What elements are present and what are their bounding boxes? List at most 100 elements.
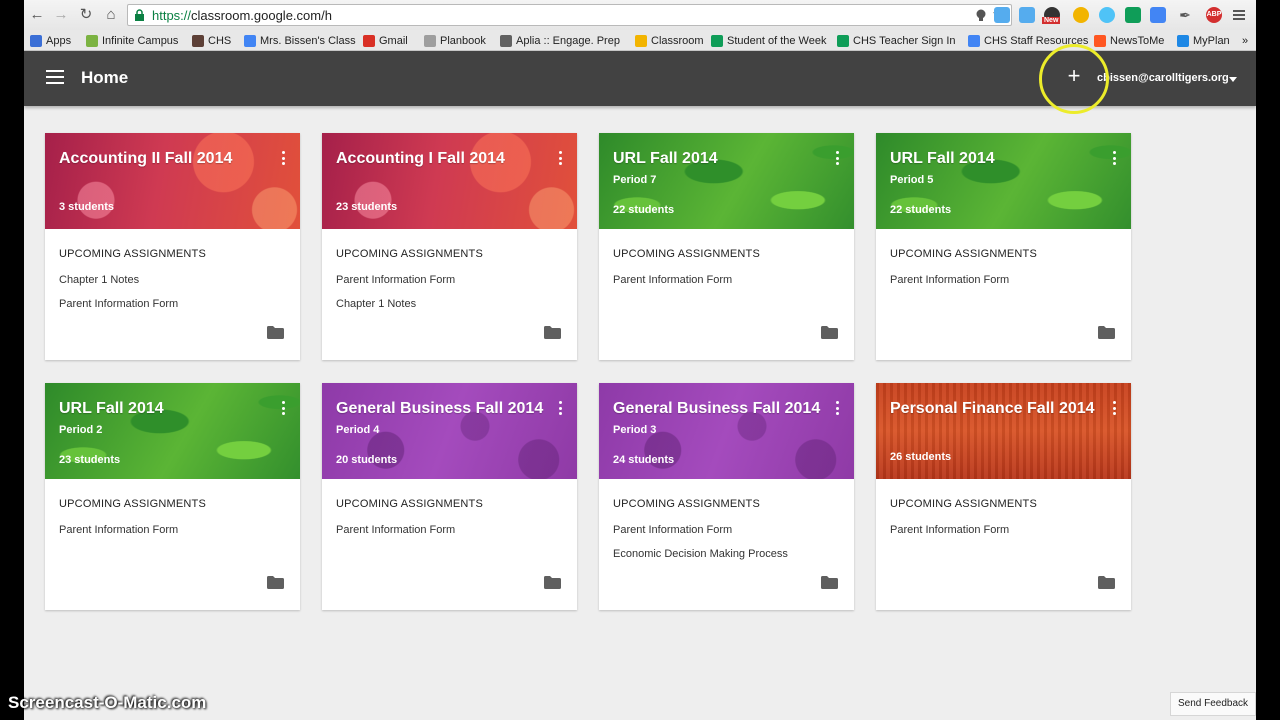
bookmark-item[interactable]: CHS [192,33,237,49]
student-count[interactable]: 3 students [59,201,114,213]
more-options-icon[interactable] [1113,401,1117,415]
more-options-icon[interactable] [1113,151,1117,165]
class-title[interactable]: URL Fall 2014 [59,400,164,418]
more-options-icon[interactable] [559,401,563,415]
assignment-link[interactable]: Parent Information Form [336,524,455,536]
folder-icon[interactable] [267,326,284,339]
upcoming-assignments-heading: UPCOMING ASSIGNMENTS [890,498,1038,510]
class-title[interactable]: General Business Fall 2014 [336,400,543,418]
class-title[interactable]: General Business Fall 2014 [613,400,820,418]
assignment-link[interactable]: Economic Decision Making Process [613,548,788,560]
assignment-link[interactable]: Parent Information Form [890,274,1009,286]
account-email[interactable]: cbissen@carolltigers.org [1097,72,1229,84]
class-section: Period 7 [613,174,657,186]
bookmark-item[interactable]: Mrs. Bissen's Class [244,33,356,49]
class-card[interactable]: URL Fall 2014 Period 2 23 students UPCOMING… [45,383,300,610]
class-card[interactable]: Accounting I Fall 2014 23 students UPCOMIN… [322,133,577,360]
cursor-highlight [1039,44,1109,114]
main-menu-button[interactable] [46,70,64,84]
bookmark-item[interactable]: CHS Teacher Sign In [837,33,962,49]
lightbulb-icon[interactable] [974,8,988,22]
class-card[interactable]: Personal Finance Fall 2014 26 students UPC… [876,383,1131,610]
class-banner[interactable]: General Business Fall 2014 Period 4 20 stu… [322,383,577,479]
bookmark-favicon-icon [500,35,512,47]
watermark: Screencast-O-Matic.com [8,693,207,712]
assignment-link[interactable]: Chapter 1 Notes [59,274,139,286]
assignment-link[interactable]: Parent Information Form [890,524,1009,536]
student-count[interactable]: 24 students [613,454,674,466]
class-banner[interactable]: General Business Fall 2014 Period 3 24 stu… [599,383,854,479]
bookmark-item[interactable]: Classroom [635,33,705,49]
class-banner[interactable]: Accounting I Fall 2014 23 students [322,133,577,229]
class-banner[interactable]: Accounting II Fall 2014 3 students [45,133,300,229]
drive-extension-icon[interactable] [1125,7,1141,23]
more-options-icon[interactable] [836,151,840,165]
back-icon[interactable]: ← [28,6,46,24]
student-count[interactable]: 23 students [59,454,120,466]
folder-icon[interactable] [821,576,838,589]
class-card[interactable]: Accounting II Fall 2014 3 students UPCOMIN… [45,133,300,360]
class-card[interactable]: URL Fall 2014 Period 5 22 students UPCOMING… [876,133,1131,360]
send-feedback-button[interactable]: Send Feedback [1170,692,1256,716]
student-count[interactable]: 26 students [890,451,951,463]
class-card[interactable]: General Business Fall 2014 Period 4 20 stu… [322,383,577,610]
folder-icon[interactable] [821,326,838,339]
new-extension-icon[interactable]: New [1042,7,1061,24]
class-card[interactable]: General Business Fall 2014 Period 3 24 stu… [599,383,854,610]
pen-extension-icon[interactable]: ✒ [1177,7,1193,23]
folder-icon[interactable] [544,326,561,339]
student-count[interactable]: 23 students [336,201,397,213]
class-card[interactable]: URL Fall 2014 Period 7 22 students UPCOMING… [599,133,854,360]
folder-icon[interactable] [544,576,561,589]
bookmark-item[interactable]: Student of the Week [711,33,831,49]
assignment-link[interactable]: Parent Information Form [336,274,455,286]
bookmark-item[interactable]: Aplia :: Engage. Prep [500,33,626,49]
class-banner[interactable]: URL Fall 2014 Period 5 22 students [876,133,1131,229]
class-title[interactable]: URL Fall 2014 [890,150,995,168]
assignment-link[interactable]: Parent Information Form [59,524,178,536]
glasses-extension-icon[interactable] [1073,7,1089,23]
chrome-menu-icon[interactable] [1231,7,1247,23]
bookmark-item[interactable]: Infinite Campus [86,33,186,49]
twitter-extension-icon[interactable] [994,7,1010,23]
assignment-link[interactable]: Parent Information Form [613,524,732,536]
more-options-icon[interactable] [836,401,840,415]
bookmark-label: MyPlan [1193,35,1230,47]
adblock-extension-icon[interactable]: ABP [1206,7,1222,23]
bookmark-item[interactable]: Apps [30,33,80,49]
assignment-link[interactable]: Parent Information Form [613,274,732,286]
assignment-link[interactable]: Chapter 1 Notes [336,298,416,310]
folder-icon[interactable] [1098,326,1115,339]
address-bar[interactable]: https://classroom.google.com/h [127,4,1012,26]
student-count[interactable]: 22 students [890,204,951,216]
tweetdeck-extension-icon[interactable] [1019,7,1035,23]
more-options-icon[interactable] [282,401,286,415]
more-options-icon[interactable] [559,151,563,165]
class-title[interactable]: URL Fall 2014 [613,150,718,168]
bookmarks-overflow-button[interactable]: » [1242,33,1248,49]
class-title[interactable]: Personal Finance Fall 2014 [890,400,1095,418]
more-options-icon[interactable] [282,151,286,165]
bookmark-item[interactable]: MyPlan [1177,33,1237,49]
clock-extension-icon[interactable] [1099,7,1115,23]
reload-icon[interactable]: ↻ [77,6,95,24]
student-count[interactable]: 22 students [613,204,674,216]
bookmark-item[interactable]: Planbook [424,33,494,49]
class-banner[interactable]: URL Fall 2014 Period 2 23 students [45,383,300,479]
forward-icon[interactable]: → [52,6,70,24]
class-banner[interactable]: Personal Finance Fall 2014 26 students [876,383,1131,479]
folder-icon[interactable] [1098,576,1115,589]
class-title[interactable]: Accounting I Fall 2014 [336,150,505,168]
bookmark-item[interactable]: Gmail [363,33,418,49]
assignment-link[interactable]: Parent Information Form [59,298,178,310]
home-icon[interactable]: ⌂ [102,6,120,24]
student-count[interactable]: 20 students [336,454,397,466]
bookmark-label: Classroom [651,35,704,47]
class-title[interactable]: Accounting II Fall 2014 [59,150,232,168]
bookmark-item[interactable]: NewsToMe [1094,33,1172,49]
upcoming-assignments-heading: UPCOMING ASSIGNMENTS [613,498,761,510]
class-banner[interactable]: URL Fall 2014 Period 7 22 students [599,133,854,229]
folder-icon[interactable] [267,576,284,589]
google-extension-icon[interactable] [1150,7,1166,23]
account-dropdown-icon[interactable] [1229,77,1237,82]
